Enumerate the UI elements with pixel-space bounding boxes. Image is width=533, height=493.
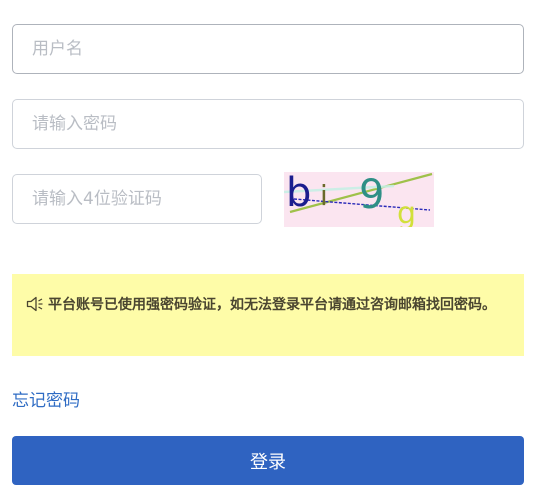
speaker-icon (26, 296, 44, 320)
login-button[interactable]: 登录 (12, 436, 524, 485)
notice-text: 平台账号已使用强密码验证，如无法登录平台请通过咨询邮箱找回密码。 (48, 297, 496, 313)
forgot-password-link[interactable]: 忘记密码 (12, 386, 80, 411)
password-input[interactable] (12, 99, 524, 149)
captcha-char: 9 (359, 172, 384, 218)
captcha-char: i (320, 179, 328, 212)
captcha-image[interactable]: b i 9 g (283, 170, 434, 231)
captcha-char: b (286, 172, 311, 216)
captcha-input[interactable] (12, 174, 262, 224)
captcha-graphic: b i 9 g (283, 170, 434, 231)
username-input[interactable] (12, 24, 524, 74)
notice-banner: 平台账号已使用强密码验证，如无法登录平台请通过咨询邮箱找回密码。 (12, 274, 524, 356)
captcha-char: g (397, 196, 416, 227)
